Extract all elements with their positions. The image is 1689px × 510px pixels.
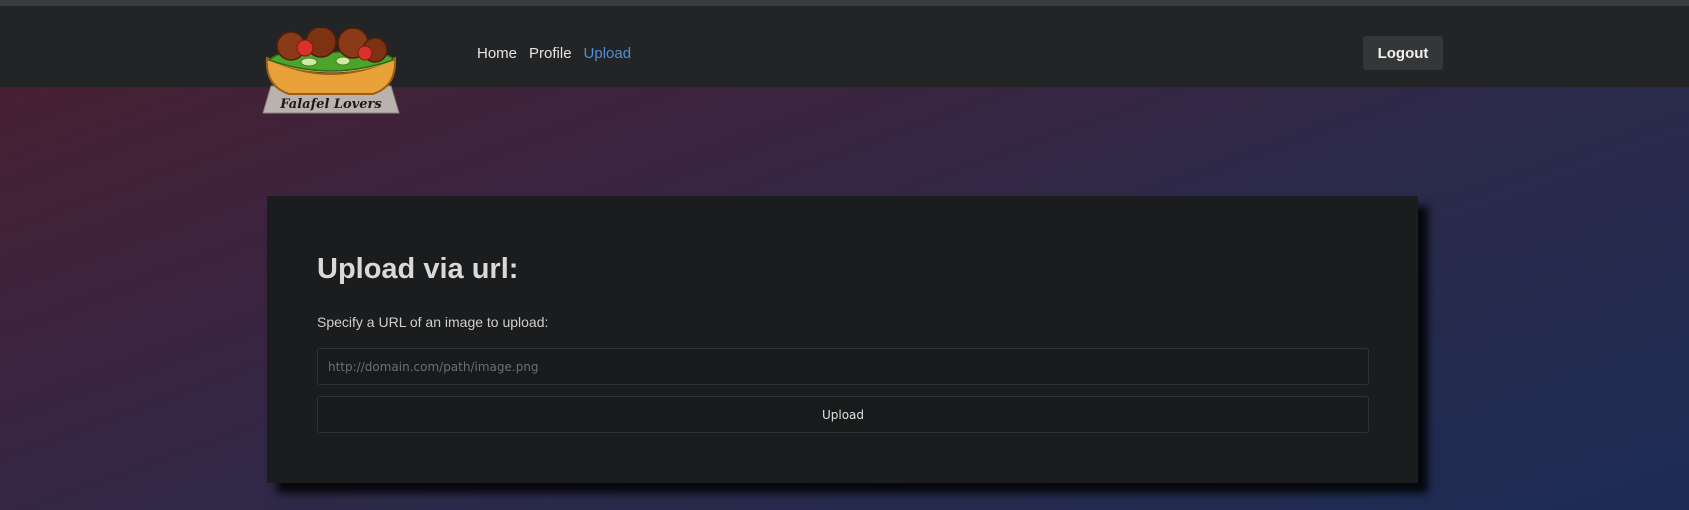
nav-upload-link[interactable]: Upload (584, 45, 632, 62)
upload-card: Upload via url: Specify a URL of an imag… (267, 196, 1418, 483)
upload-description: Specify a URL of an image to upload: (317, 314, 549, 330)
logout-button[interactable]: Logout (1363, 36, 1443, 70)
upload-title: Upload via url: (317, 253, 519, 285)
upload-button[interactable]: Upload (317, 396, 1369, 433)
falafel-lovers-logo[interactable]: Falafel Lovers (261, 28, 401, 114)
nav-home-link[interactable]: Home (477, 45, 517, 62)
image-url-input[interactable] (317, 348, 1369, 385)
navbar: Home Profile Upload Logout (0, 6, 1689, 87)
falafel-logo-icon: Falafel Lovers (262, 28, 400, 114)
main-nav: Home Profile Upload (477, 45, 631, 62)
logo-text: Falafel Lovers (279, 97, 382, 112)
nav-profile-link[interactable]: Profile (529, 45, 572, 62)
